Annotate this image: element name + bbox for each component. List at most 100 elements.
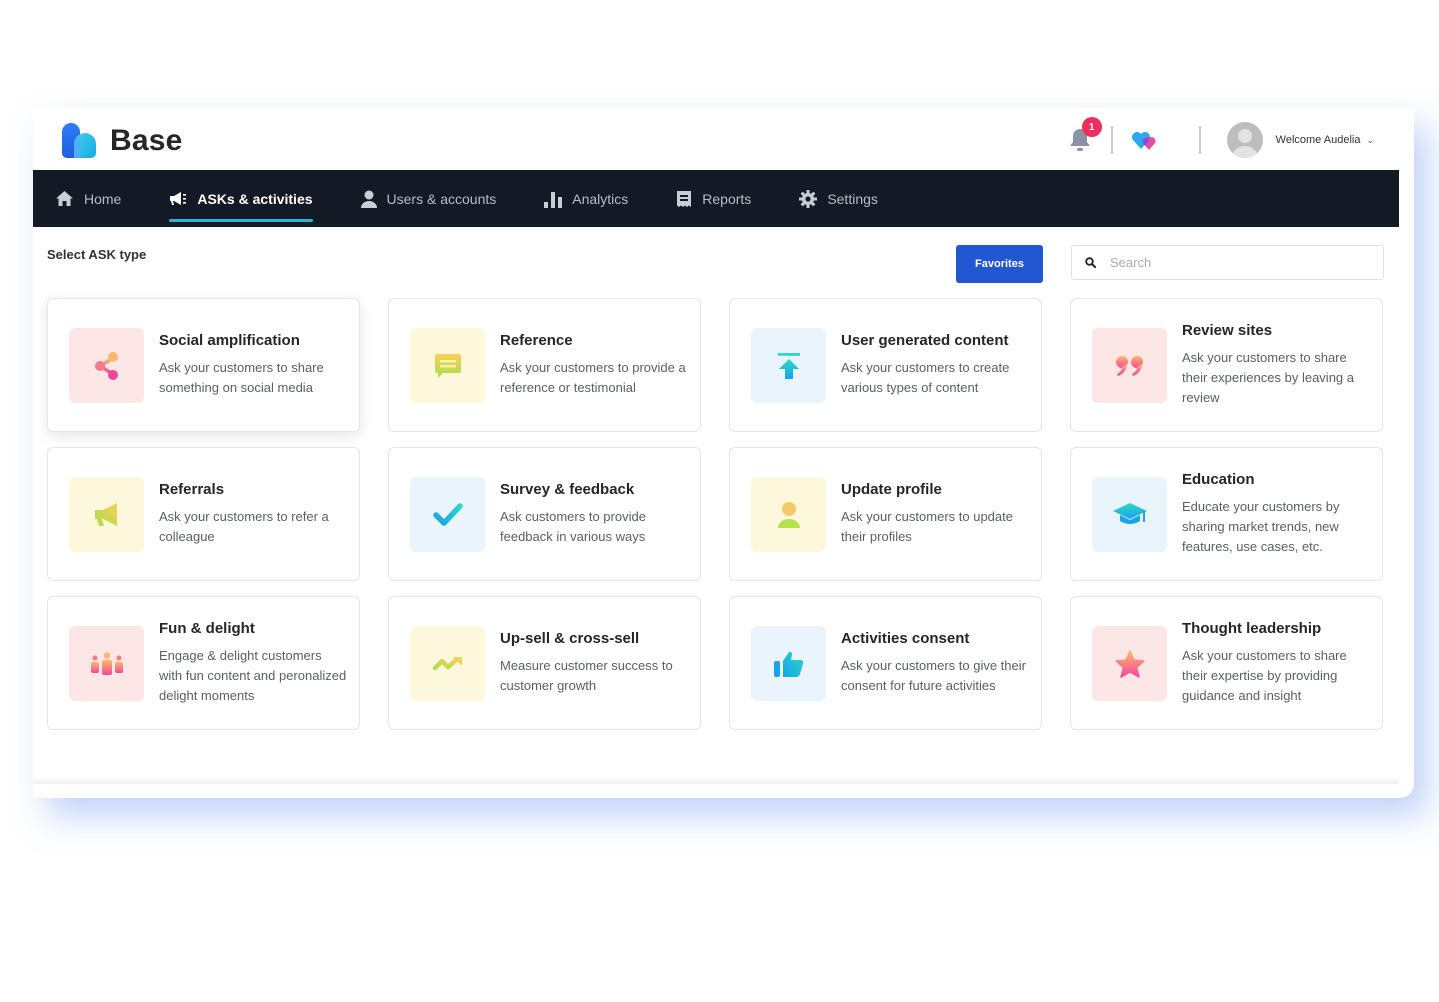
chevron-down-icon: ⌄ (1366, 134, 1374, 145)
thumbs-up-icon (773, 651, 803, 677)
card-description: Engage & delight customers with fun cont… (159, 648, 347, 703)
card-title: Social amplification (159, 332, 300, 349)
nav-item-home[interactable]: Home (55, 170, 121, 227)
checkmark-icon (432, 502, 463, 526)
ask-card-user-generated-content[interactable]: User generated content Ask your customer… (729, 298, 1042, 432)
user-icon (777, 501, 800, 528)
favorites-button[interactable]: Favorites (956, 245, 1043, 283)
card-description: Ask customers to provide feedback in var… (500, 509, 646, 544)
ask-card-survey-feedback[interactable]: Survey & feedback Ask customers to provi… (388, 447, 701, 581)
nav-label: ASKs & activities (197, 190, 313, 207)
avatar[interactable] (1226, 122, 1263, 158)
card-text: Reference Ask your customers to provide … (500, 332, 688, 398)
header-divider (1110, 126, 1113, 154)
card-description: Ask your customers to share something on… (159, 360, 324, 395)
card-title: Referrals (159, 481, 225, 498)
receipt-icon (677, 190, 692, 207)
app-name: Base (110, 124, 183, 157)
card-title: Fun & delight (159, 620, 255, 637)
card-text: Fun & delight Engage & delight customers… (159, 620, 347, 706)
home-icon (56, 191, 73, 206)
ask-card-education[interactable]: Education Educate your customers by shar… (1070, 447, 1383, 581)
card-icon-box (751, 328, 826, 403)
notification-count-badge: 1 (1081, 117, 1102, 137)
card-title: Review sites (1182, 322, 1273, 339)
nav-label: Analytics (572, 190, 629, 207)
nav-item-reports[interactable]: Reports (676, 170, 751, 227)
ask-card-referrals[interactable]: Referrals Ask your customers to refer a … (47, 447, 360, 581)
hearts-icon[interactable] (1131, 129, 1159, 151)
notifications-button[interactable]: 1 (1069, 117, 1102, 153)
card-icon-box (410, 328, 485, 403)
search-icon (1085, 257, 1096, 268)
nav-item-settings[interactable]: Settings (799, 170, 878, 227)
ask-card-review-sites[interactable]: Review sites Ask your customers to share… (1070, 298, 1383, 432)
search-box[interactable] (1071, 245, 1384, 280)
card-title: Survey & feedback (500, 481, 635, 498)
nav-label: Home (84, 190, 122, 207)
nav-item-users-accounts[interactable]: Users & accounts (360, 170, 497, 227)
card-icon-box (751, 477, 826, 552)
horizontal-scrollbar[interactable] (33, 776, 1399, 784)
card-text: Social amplification Ask your customers … (159, 332, 347, 398)
card-icon-box (410, 626, 485, 701)
star-icon (1114, 649, 1145, 678)
card-description: Ask your customers to share their expert… (1182, 648, 1347, 703)
card-icon-box (410, 477, 485, 552)
card-text: Activities consent Ask your customers to… (841, 630, 1029, 696)
search-input[interactable] (1110, 255, 1360, 270)
card-description: Ask your customers to share their experi… (1182, 350, 1354, 405)
card-icon-box (69, 477, 144, 552)
card-title: Up-sell & cross-sell (500, 630, 640, 647)
card-title: Reference (500, 332, 573, 349)
app-window: Base 1 Welcome Audelia ⌄ Home ASKs & act… (33, 108, 1414, 798)
base-logo-icon (62, 123, 96, 158)
bar-chart-icon (544, 191, 563, 208)
card-title: Update profile (841, 481, 942, 498)
card-text: User generated content Ask your customer… (841, 332, 1029, 398)
megaphone-icon (170, 191, 187, 205)
card-icon-box (751, 626, 826, 701)
logo[interactable]: Base (60, 122, 183, 160)
card-text: Survey & feedback Ask customers to provi… (500, 481, 688, 547)
ask-type-grid: Social amplification Ask your customers … (47, 298, 1383, 730)
gear-icon (799, 189, 818, 208)
card-icon-box (1092, 328, 1167, 403)
nav-label: Settings (827, 190, 878, 207)
upload-arrow-icon (777, 352, 800, 379)
card-text: Update profile Ask your customers to upd… (841, 481, 1029, 547)
card-description: Educate your customers by sharing market… (1182, 499, 1340, 554)
card-text: Referrals Ask your customers to refer a … (159, 481, 347, 547)
ask-card-reference[interactable]: Reference Ask your customers to provide … (388, 298, 701, 432)
ask-card-activities-consent[interactable]: Activities consent Ask your customers to… (729, 596, 1042, 730)
ask-card-update-profile[interactable]: Update profile Ask your customers to upd… (729, 447, 1042, 581)
nav-item-asks-activities[interactable]: ASKs & activities (169, 170, 313, 227)
megaphone-icon (94, 502, 117, 526)
card-text: Up-sell & cross-sell Measure customer su… (500, 630, 688, 696)
user-menu[interactable]: Welcome Audelia ⌄ (1276, 134, 1374, 146)
header-divider (1198, 126, 1201, 154)
user-icon (360, 190, 377, 208)
ask-card-fun-delight[interactable]: Fun & delight Engage & delight customers… (47, 596, 360, 730)
ask-card-thought-leadership[interactable]: Thought leadership Ask your customers to… (1070, 596, 1383, 730)
nav-label: Reports (702, 190, 752, 207)
card-description: Ask your customers to provide a referenc… (500, 360, 686, 395)
card-title: Activities consent (841, 630, 970, 647)
ask-card-upsell-crosssell[interactable]: Up-sell & cross-sell Measure customer su… (388, 596, 701, 730)
card-text: Thought leadership Ask your customers to… (1182, 620, 1370, 706)
main-nav: Home ASKs & activities Users & accounts … (33, 170, 1399, 227)
ask-card-social-amplification[interactable]: Social amplification Ask your customers … (47, 298, 360, 432)
card-description: Ask your customers to give their consent… (841, 658, 1026, 693)
card-text: Education Educate your customers by shar… (1182, 471, 1370, 557)
quote-icon (1115, 355, 1143, 376)
card-title: Thought leadership (1182, 620, 1322, 637)
nav-item-analytics[interactable]: Analytics (544, 170, 628, 227)
graduation-cap-icon (1112, 502, 1147, 524)
card-description: Ask your customers to update their profi… (841, 509, 1013, 544)
welcome-text: Welcome Audelia (1275, 134, 1361, 146)
card-icon-box (69, 328, 144, 403)
nav-label: Users & accounts (386, 190, 497, 207)
card-title: Education (1182, 471, 1255, 488)
card-description: Ask your customers to refer a colleague (159, 509, 329, 544)
share-icon (94, 351, 118, 380)
